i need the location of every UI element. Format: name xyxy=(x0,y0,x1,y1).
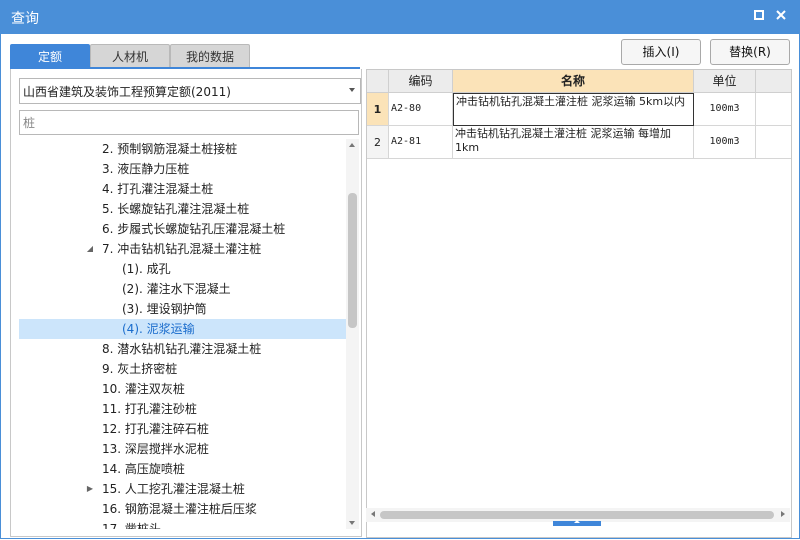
grid-cell-unit[interactable]: 100m3 xyxy=(694,126,756,159)
tree-item[interactable]: (2). 灌注水下混凝土 xyxy=(19,279,346,299)
tree-item[interactable]: (1). 成孔 xyxy=(19,259,346,279)
grid-header-spacer xyxy=(756,70,791,93)
tree-item[interactable]: 2. 预制钢筋混凝土桩接桩 xyxy=(19,139,346,159)
insert-button[interactable]: 插入(I) xyxy=(621,39,701,65)
scroll-thumb[interactable] xyxy=(348,193,357,328)
tree-item-label: 11. 打孔灌注砂桩 xyxy=(102,402,197,416)
grid-header-unit[interactable]: 单位 xyxy=(694,70,756,93)
tree-item-label: 17. 凿桩头 xyxy=(102,522,161,529)
tree-item-label: (4). 泥浆运输 xyxy=(122,322,195,336)
tree-item[interactable]: 5. 长螺旋钻孔灌注混凝土桩 xyxy=(19,199,346,219)
grid-row-number[interactable]: 1 xyxy=(367,93,389,126)
tree-item[interactable]: 9. 灰土挤密桩 xyxy=(19,359,346,379)
tree-item[interactable]: 11. 打孔灌注砂桩 xyxy=(19,399,346,419)
tree-item-label: 14. 高压旋喷桩 xyxy=(102,462,185,476)
tree-item-label: 2. 预制钢筋混凝土桩接桩 xyxy=(102,142,238,156)
quota-library-value: 山西省建筑及装饰工程预算定额(2011) xyxy=(23,85,231,99)
chevron-down-icon[interactable] xyxy=(349,88,355,92)
caret-down-icon[interactable]: ◢ xyxy=(85,239,95,259)
tree-item[interactable]: 8. 潜水钻机钻孔灌注混凝土桩 xyxy=(19,339,346,359)
tab-labor-material-machine[interactable]: 人材机 xyxy=(90,44,170,69)
tree-vertical-scrollbar[interactable] xyxy=(346,139,359,529)
quota-library-select[interactable]: 山西省建筑及装饰工程预算定额(2011) xyxy=(19,78,361,104)
grid-header-code[interactable]: 编码 xyxy=(389,70,453,93)
tree-item[interactable]: 14. 高压旋喷桩 xyxy=(19,459,346,479)
tree-item[interactable]: 13. 深层搅拌水泥桩 xyxy=(19,439,346,459)
splitter-handle[interactable] xyxy=(553,520,601,526)
grid-cell-unit[interactable]: 100m3 xyxy=(694,93,756,126)
scroll-right-icon[interactable] xyxy=(781,511,785,517)
tree-item[interactable]: ▶ 15. 人工挖孔灌注混凝土桩 xyxy=(19,479,346,499)
tree-item-label: 3. 液压静力压桩 xyxy=(102,162,190,176)
tree-item[interactable]: 6. 步履式长螺旋钻孔压灌混凝土桩 xyxy=(19,219,346,239)
tree-item-label: 12. 打孔灌注碎石桩 xyxy=(102,422,209,436)
scroll-down-icon[interactable] xyxy=(349,521,355,525)
tree-item[interactable]: 16. 钢筋混凝土灌注桩后压浆 xyxy=(19,499,346,519)
tree-item[interactable]: (4). 泥浆运输 xyxy=(19,319,346,339)
tree-item-label: (2). 灌注水下混凝土 xyxy=(122,282,231,296)
quota-tree: 2. 预制钢筋混凝土桩接桩 3. 液压静力压桩 4. 打孔灌注混凝土桩 5. 长螺旋钻… xyxy=(19,139,346,529)
tree-item-label: 4. 打孔灌注混凝土桩 xyxy=(102,182,214,196)
result-grid: 编码 名称 单位 1 A2-80 冲击钻机钻孔混凝土灌注桩 泥浆运输 5km以内… xyxy=(366,69,792,538)
grid-cell-empty xyxy=(756,93,791,126)
title-bar: 查询 xyxy=(0,0,800,34)
tree-item-label: 16. 钢筋混凝土灌注桩后压浆 xyxy=(102,502,257,516)
tree-item-label: 15. 人工挖孔灌注混凝土桩 xyxy=(102,482,245,496)
scroll-left-icon[interactable] xyxy=(371,511,375,517)
grid-cell-name[interactable]: 冲击钻机钻孔混凝土灌注桩 泥浆运输 每增加1km xyxy=(453,126,694,159)
tree-item-label: 5. 长螺旋钻孔灌注混凝土桩 xyxy=(102,202,250,216)
tree-item-label: 13. 深层搅拌水泥桩 xyxy=(102,442,209,456)
grid-cell-code[interactable]: A2-81 xyxy=(389,126,453,159)
grid-cell-empty xyxy=(756,126,791,159)
grid-header-row-number xyxy=(367,70,389,93)
scroll-thumb[interactable] xyxy=(380,511,774,519)
chevron-up-icon[interactable] xyxy=(574,520,580,523)
tree-item-label: 10. 灌注双灰桩 xyxy=(102,382,185,396)
tree-item-label: 6. 步履式长螺旋钻孔压灌混凝土桩 xyxy=(102,222,286,236)
scroll-up-icon[interactable] xyxy=(349,143,355,147)
tree-item[interactable]: 12. 打孔灌注碎石桩 xyxy=(19,419,346,439)
tree-item[interactable]: ◢ 7. 冲击钻机钻孔混凝土灌注桩 xyxy=(19,239,346,259)
tab-quota[interactable]: 定额 xyxy=(10,44,90,69)
tree-item-label: (1). 成孔 xyxy=(122,262,171,276)
tree-item-label: (3). 埋设钢护筒 xyxy=(122,302,207,316)
caret-right-icon[interactable]: ▶ xyxy=(85,479,95,499)
tree-item-label: 8. 潜水钻机钻孔灌注混凝土桩 xyxy=(102,342,262,356)
tree-item[interactable]: (3). 埋设钢护筒 xyxy=(19,299,346,319)
window-title: 查询 xyxy=(11,11,39,27)
replace-button[interactable]: 替换(R) xyxy=(710,39,790,65)
search-input[interactable] xyxy=(19,110,359,135)
tree-item-label: 7. 冲击钻机钻孔混凝土灌注桩 xyxy=(102,242,262,256)
tree-item-label: 9. 灰土挤密桩 xyxy=(102,362,178,376)
tab-my-data[interactable]: 我的数据 xyxy=(170,44,250,69)
maximize-icon[interactable] xyxy=(752,9,766,23)
grid-cell-code[interactable]: A2-80 xyxy=(389,93,453,126)
tree-item[interactable]: 17. 凿桩头 xyxy=(19,519,346,529)
tree-item[interactable]: 10. 灌注双灰桩 xyxy=(19,379,346,399)
grid-header-name[interactable]: 名称 xyxy=(453,70,694,93)
tree-item[interactable]: 4. 打孔灌注混凝土桩 xyxy=(19,179,346,199)
grid-row-number[interactable]: 2 xyxy=(367,126,389,159)
close-icon[interactable] xyxy=(774,9,788,23)
grid-cell-name[interactable]: 冲击钻机钻孔混凝土灌注桩 泥浆运输 5km以内 xyxy=(453,93,694,126)
tree-item[interactable]: 3. 液压静力压桩 xyxy=(19,159,346,179)
